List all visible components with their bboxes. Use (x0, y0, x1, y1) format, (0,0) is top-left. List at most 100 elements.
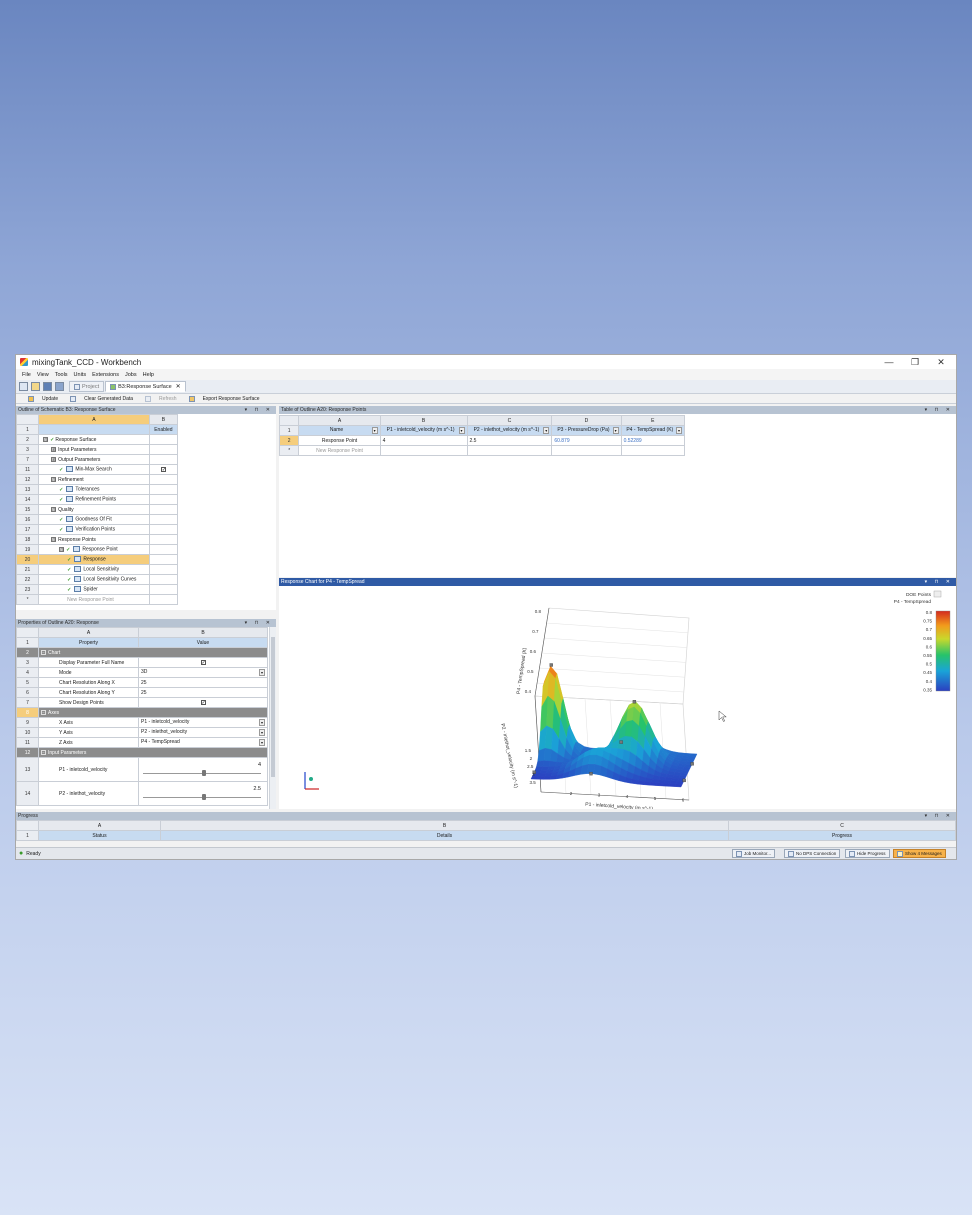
slider-cell[interactable]: 4 (138, 757, 268, 782)
outline-cell[interactable]: ✓ Response (38, 554, 150, 565)
outline-cell[interactable]: ✓ Spider (38, 584, 150, 595)
enabled-cell[interactable] (148, 514, 179, 525)
clear-data-button[interactable]: Clear Generated Data (64, 395, 133, 402)
outline-row[interactable]: 21 ✓ Local Sensitivity (15, 564, 179, 575)
outline-row[interactable]: 12 ⊟ Refinement (15, 474, 179, 485)
property-row[interactable]: 9X Axis P1 - inletcold_velocity ▾ (16, 717, 268, 728)
outline-cell[interactable]: ⊟ ✓ Response Point (38, 544, 150, 555)
doe-point[interactable] (690, 762, 694, 766)
outline-row[interactable]: 18 ⊟ Response Points (15, 534, 179, 545)
property-row[interactable]: 6 Chart Resolution Along Y 25 (16, 687, 268, 698)
enabled-cell[interactable] (148, 564, 179, 575)
outline-row[interactable]: 23 ✓ Spider (15, 584, 179, 595)
property-value-cell[interactable]: P2 - inlethot_velocity ▾ (138, 727, 268, 738)
enabled-cell[interactable] (148, 484, 179, 495)
parameter-slider[interactable] (143, 769, 261, 778)
response-chart[interactable]: 0.8 0.7 0.6 0.5 0.4 1.5 2 2.5 3 3.5 2 3 4 5 6 P4 - Temp… (279, 586, 956, 812)
column-header[interactable]: P4 - TempSpread (K) ▾ (620, 425, 686, 436)
column-header[interactable]: Name ▾ (298, 425, 381, 436)
response-surface-plot[interactable]: 0.80.70.60.50.41.522.533.52 3 4 5 6P4 - Temp… (279, 586, 956, 812)
property-row[interactable]: 11 Z Axis P4 - TempSpread ▾ (16, 737, 268, 748)
collapse-toggle-icon[interactable]: − (41, 709, 46, 715)
outline-cell[interactable]: ⊞ Input Parameters (38, 444, 150, 455)
enabled-cell[interactable] (148, 574, 179, 585)
close-window-button[interactable]: ✕ (928, 355, 954, 369)
property-row[interactable]: 4 Mode 3D ▾ (16, 667, 268, 678)
section-row[interactable]: 12− Input Parameters (16, 747, 268, 758)
filter-dropdown-icon[interactable]: ▾ (612, 427, 619, 434)
menu-file[interactable]: File (22, 372, 31, 378)
expand-toggle-icon[interactable]: ⊟ (43, 436, 49, 442)
outline-row[interactable]: 20 ✓ Response (15, 554, 179, 565)
enabled-cell[interactable] (148, 454, 179, 465)
export-button[interactable]: Export Response Surface (183, 395, 260, 402)
save-as-icon[interactable] (55, 382, 64, 391)
doe-toggle-icon[interactable] (933, 590, 942, 598)
enabled-cell[interactable] (148, 584, 179, 595)
slider-thumb[interactable] (202, 769, 206, 776)
section-cell[interactable]: − Input Parameters (38, 747, 268, 758)
outline-cell[interactable]: ✓ Refinement Points (38, 494, 150, 505)
enabled-cell[interactable] (148, 554, 179, 565)
response-cell[interactable] (551, 445, 622, 456)
section-cell[interactable]: − Axes (38, 707, 268, 718)
slider-cell[interactable]: 2.5 (138, 781, 268, 806)
property-value-cell[interactable]: P1 - inletcold_velocity ▾ (138, 717, 268, 728)
enabled-cell[interactable] (148, 594, 179, 605)
column-header[interactable]: P2 - inlethot_velocity (m s^-1) ▾ (466, 425, 553, 436)
tab-close-icon[interactable]: ✕ (176, 383, 181, 390)
doe-point[interactable] (549, 663, 553, 667)
doe-point[interactable] (619, 740, 623, 744)
enabled-cell[interactable] (148, 534, 179, 545)
expand-toggle-icon[interactable]: ⊞ (51, 456, 57, 462)
panel-controls-icon[interactable]: ▾ ⊓ ✕ (925, 407, 953, 413)
filter-dropdown-icon[interactable]: ▾ (543, 427, 550, 434)
dps-connection-button[interactable]: No DPS Connection (784, 849, 841, 858)
section-row[interactable]: 2− Chart (16, 647, 268, 658)
dropdown-arrow-icon[interactable]: ▾ (259, 739, 265, 746)
enabled-cell[interactable] (148, 544, 179, 555)
response-cell[interactable] (620, 445, 686, 456)
enabled-cell[interactable] (148, 524, 179, 535)
property-checkbox[interactable]: ✓ (200, 699, 206, 705)
properties-scrollbar[interactable] (269, 627, 276, 809)
menu-units[interactable]: Units (74, 372, 87, 378)
refresh-button[interactable]: Refresh (139, 395, 177, 402)
outline-row[interactable]: 22 ✓ Local Sensitivity Curves (15, 574, 179, 585)
enabled-cell[interactable]: ✓ (148, 464, 179, 475)
outline-cell[interactable]: ✓ Local Sensitivity Curves (38, 574, 150, 585)
doe-point[interactable] (589, 771, 593, 776)
menu-tools[interactable]: Tools (55, 372, 68, 378)
outline-row[interactable]: 15 ⊟ Quality (15, 504, 179, 515)
minimize-button[interactable]: — (876, 355, 902, 369)
menu-view[interactable]: View (37, 372, 49, 378)
expand-toggle-icon[interactable]: ⊞ (51, 446, 57, 452)
outline-row[interactable]: * New Response Point (15, 594, 179, 605)
property-value-cell[interactable]: P4 - TempSpread ▾ (138, 737, 268, 748)
panel-controls-icon[interactable]: ▾ ⊓ ✕ (925, 579, 953, 585)
panel-controls-icon[interactable]: ▾ ⊓ ✕ (245, 620, 273, 626)
expand-toggle-icon[interactable]: ⊟ (51, 536, 57, 542)
property-row[interactable]: 7 Show Design Points ✓ (16, 697, 268, 708)
slider-row[interactable]: 13 P1 - inletcold_velocity 4 (16, 757, 268, 782)
response-cell[interactable]: New Response Point (298, 445, 381, 456)
response-cell[interactable] (379, 445, 468, 456)
save-icon[interactable] (43, 382, 52, 391)
property-row[interactable]: 5 Chart Resolution Along X 25 (16, 677, 268, 688)
property-value-cell[interactable]: 3D ▾ (138, 667, 268, 678)
expand-toggle-icon[interactable]: ⊟ (51, 476, 57, 482)
outline-cell[interactable]: ⊟ Quality (38, 504, 150, 515)
outline-row[interactable]: 7 ⊞ Output Parameters (15, 454, 179, 465)
outline-row[interactable]: 19 ⊟ ✓ Response Point (15, 544, 179, 555)
filter-dropdown-icon[interactable]: ▾ (676, 427, 682, 434)
panel-controls-icon[interactable]: ▾ ⊓ ✕ (245, 407, 273, 413)
outline-row[interactable]: 3 ⊞ Input Parameters (15, 444, 179, 455)
dropdown-arrow-icon[interactable]: ▾ (259, 669, 265, 676)
enabled-cell[interactable] (148, 474, 179, 485)
enabled-cell[interactable] (148, 494, 179, 505)
tab-project[interactable]: Project (69, 381, 105, 392)
outline-cell[interactable]: ✓ Goodness Of Fit (38, 514, 150, 525)
enabled-checkbox[interactable]: ✓ (160, 466, 166, 472)
response-cell[interactable]: Response Point (298, 435, 381, 446)
show-messages-button[interactable]: Show 4 Messages (893, 849, 946, 858)
